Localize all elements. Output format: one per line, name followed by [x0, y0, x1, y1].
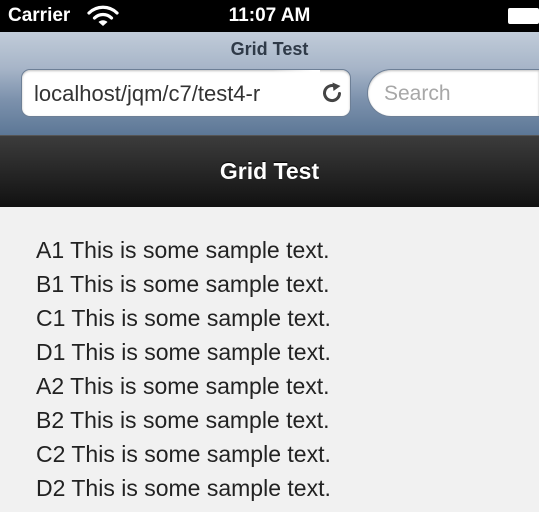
page-header: Grid Test: [0, 135, 539, 207]
grid-item-c2: C2 This is some sample text.: [36, 441, 331, 467]
browser-page-title: Grid Test: [230, 39, 309, 59]
reload-icon[interactable]: [320, 81, 344, 105]
grid-list: A1 This is some sample text. B1 This is …: [36, 238, 331, 510]
address-bar[interactable]: localhost/jqm/c7/test4-r: [21, 69, 351, 117]
search-placeholder: Search: [384, 82, 451, 105]
grid-item-b2: B2 This is some sample text.: [36, 407, 330, 433]
grid-item-b1: B1 This is some sample text.: [36, 271, 330, 297]
status-bar: Carrier 11:07 AM: [0, 0, 539, 32]
search-field[interactable]: Search: [367, 69, 539, 117]
grid-item-d2: D2 This is some sample text.: [36, 475, 331, 501]
page-title: Grid Test: [219, 158, 320, 184]
status-time: 11:07 AM: [228, 5, 311, 26]
grid-item-a2: A2 This is some sample text.: [36, 373, 330, 399]
battery-icon: [508, 8, 539, 24]
grid-item-c1: C1 This is some sample text.: [36, 305, 331, 331]
grid-item-d1: D1 This is some sample text.: [36, 339, 331, 365]
address-fade: [272, 70, 320, 116]
phone-screen: Carrier 11:07 AM Grid Test localhost/jqm…: [0, 0, 539, 512]
browser-toolbar: Grid Test localhost/jqm/c7/test4-r Searc…: [0, 32, 539, 135]
grid-item-a1: A1 This is some sample text.: [36, 237, 330, 263]
page-content: A1 This is some sample text. B1 This is …: [0, 207, 539, 512]
